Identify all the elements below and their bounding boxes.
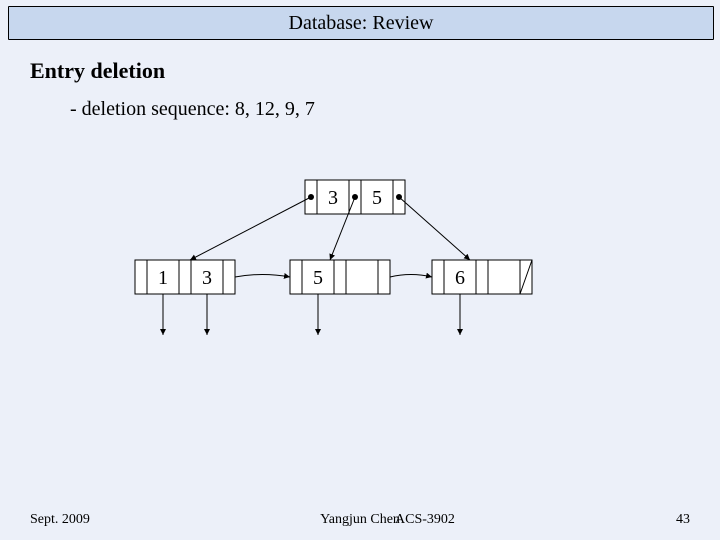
slide-footer: Sept. 2009 Yangjun Chen ACS-3902 43 (0, 512, 720, 532)
slide-subheading: - deletion sequence: 8, 12, 9, 7 (70, 98, 315, 121)
root-key-1: 5 (372, 187, 382, 209)
btree-root-node: 3 5 (305, 180, 405, 214)
btree-leaf-0: 1 3 (135, 260, 235, 335)
footer-page: 43 (676, 512, 690, 528)
title-bar: Database: Review (8, 6, 714, 40)
btree-leaf-1: 5 (290, 260, 390, 335)
leaf2-key0: 6 (455, 267, 465, 289)
root-key-0: 3 (328, 187, 338, 209)
footer-author: Yangjun Chen (320, 512, 400, 527)
btree-leaf-2: 6 (432, 260, 532, 335)
leaf0-key1: 3 (202, 267, 212, 289)
leaf1-key0: 5 (313, 267, 323, 289)
title-text: Database: Review (289, 12, 434, 35)
slide-heading: Entry deletion (30, 58, 165, 84)
footer-course: ACS-3902 (395, 512, 455, 528)
leaf0-key0: 1 (158, 267, 168, 289)
